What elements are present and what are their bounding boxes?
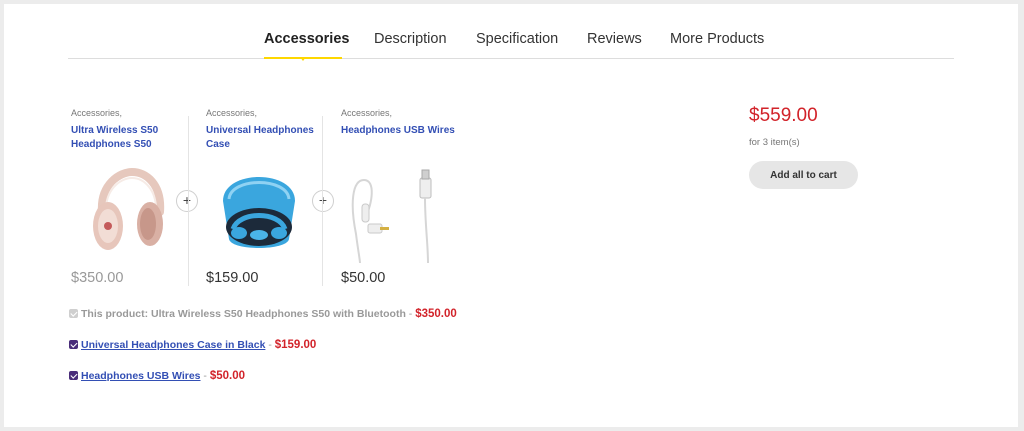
plus-icon: +	[176, 190, 198, 212]
product-category: Accessories,	[341, 108, 393, 118]
product-price: $50.00	[341, 270, 386, 286]
tab-bar: Accessories Description Specification Re…	[68, 4, 954, 61]
product-category: Accessories,	[71, 108, 123, 118]
product-card: Accessories, Ultra Wireless S50 Headphon…	[71, 108, 201, 151]
bundle-item-checkbox[interactable]	[69, 340, 78, 349]
bundle-item-count: for 3 item(s)	[749, 137, 800, 148]
price-separator: -	[200, 370, 210, 382]
column-divider	[188, 116, 189, 286]
bundle-item-link[interactable]: Universal Headphones Case in Black	[81, 339, 265, 351]
price-separator: -	[405, 308, 416, 320]
bundle-total-price: $559.00	[749, 105, 818, 126]
tab-description[interactable]: Description	[374, 31, 447, 47]
tab-reviews[interactable]: Reviews	[587, 31, 642, 47]
product-price: $350.00	[71, 270, 124, 286]
product-name-link[interactable]: Universal Headphones Case	[206, 124, 336, 151]
bundle-item-row: Universal Headphones Case in Black - $15…	[69, 339, 316, 351]
bundle-item-link[interactable]: Headphones USB Wires	[81, 370, 201, 382]
headphones-image[interactable]	[80, 164, 180, 264]
product-name-link[interactable]: Headphones USB Wires	[341, 124, 471, 138]
bundle-item-label: This product: Ultra Wireless S50 Headpho…	[81, 308, 406, 320]
bundle-item-price: $159.00	[274, 339, 317, 351]
bundle-item-row: Headphones USB Wires - $50.00	[69, 370, 245, 382]
bundle-item-price: $350.00	[415, 308, 457, 320]
product-category: Accessories,	[206, 108, 258, 118]
bundle-item-checkbox[interactable]	[69, 371, 78, 380]
product-card: Accessories, Headphones USB Wires	[341, 108, 471, 138]
bundle-item-checkbox	[69, 309, 78, 318]
product-tabs-panel: Accessories Description Specification Re…	[4, 4, 1018, 427]
usb-wires-image[interactable]	[342, 164, 442, 264]
product-card: Accessories, Universal Headphones Case	[206, 108, 336, 151]
tab-specification[interactable]: Specification	[476, 31, 558, 47]
bundle-item-price: $50.00	[209, 370, 246, 382]
add-all-to-cart-button[interactable]: Add all to cart	[749, 161, 858, 189]
column-divider	[322, 116, 323, 286]
plus-icon: +	[312, 190, 334, 212]
tab-accessories[interactable]: Accessories	[264, 31, 349, 47]
active-tab-caret	[300, 57, 306, 61]
price-separator: -	[265, 339, 275, 351]
product-name-link[interactable]: Ultra Wireless S50 Headphones S50	[71, 124, 201, 151]
bundle-item-row: This product: Ultra Wireless S50 Headpho…	[69, 308, 457, 320]
product-price: $159.00	[206, 270, 259, 286]
headphones-case-image[interactable]	[209, 159, 309, 259]
tab-more-products[interactable]: More Products	[670, 31, 764, 47]
